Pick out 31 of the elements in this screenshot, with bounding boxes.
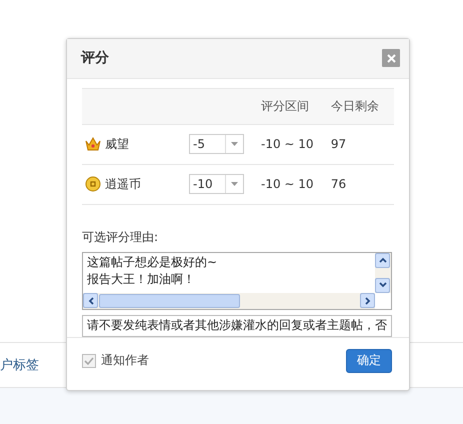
column-header: 今日剩余 [330,98,379,113]
score-range: -10 ~ 10 [261,137,314,152]
caret-icon [231,142,238,146]
score-range: -10 ~ 10 [261,177,314,192]
score-type: 逍遥币 [105,176,141,193]
dialog-title: 评分 [81,49,109,68]
confirm-button[interactable]: 确定 [346,348,392,373]
scroll-down-button[interactable] [375,278,390,293]
notify-label: 通知作者 [101,352,149,370]
coin-icon [85,176,101,192]
score-dropdown[interactable]: -10 [189,174,244,194]
scroll-up-button[interactable] [375,252,390,268]
scroll-left-button[interactable] [83,293,98,308]
remaining-count: 76 [330,177,346,192]
scroll-right-button[interactable] [360,293,375,308]
reason-list[interactable]: 这篇帖子想必是极好的~ 报告大王！加油啊！ [82,252,392,310]
crown-icon [85,136,101,152]
reason-input[interactable]: 请不要发纯表情或者其他涉嫌灌水的回复或者主题帖，否 [82,314,392,337]
reason-option[interactable]: 报告大王！加油啊！ [87,270,371,288]
score-dropdown[interactable]: -5 [189,134,244,154]
score-type: 威望 [105,136,129,153]
notify-checkbox[interactable] [82,354,96,368]
remaining-count: 97 [330,137,346,152]
close-icon [386,54,396,63]
tag-link[interactable]: 户标签 [0,356,39,374]
caret-icon [231,182,238,186]
reason-label: 可选评分理由: [82,228,160,246]
column-header: 评分区间 [261,98,309,113]
reason-option[interactable]: 这篇帖子想必是极好的~ [87,254,371,271]
close-button[interactable] [382,49,400,68]
scrollbar-thumb[interactable] [99,294,240,308]
